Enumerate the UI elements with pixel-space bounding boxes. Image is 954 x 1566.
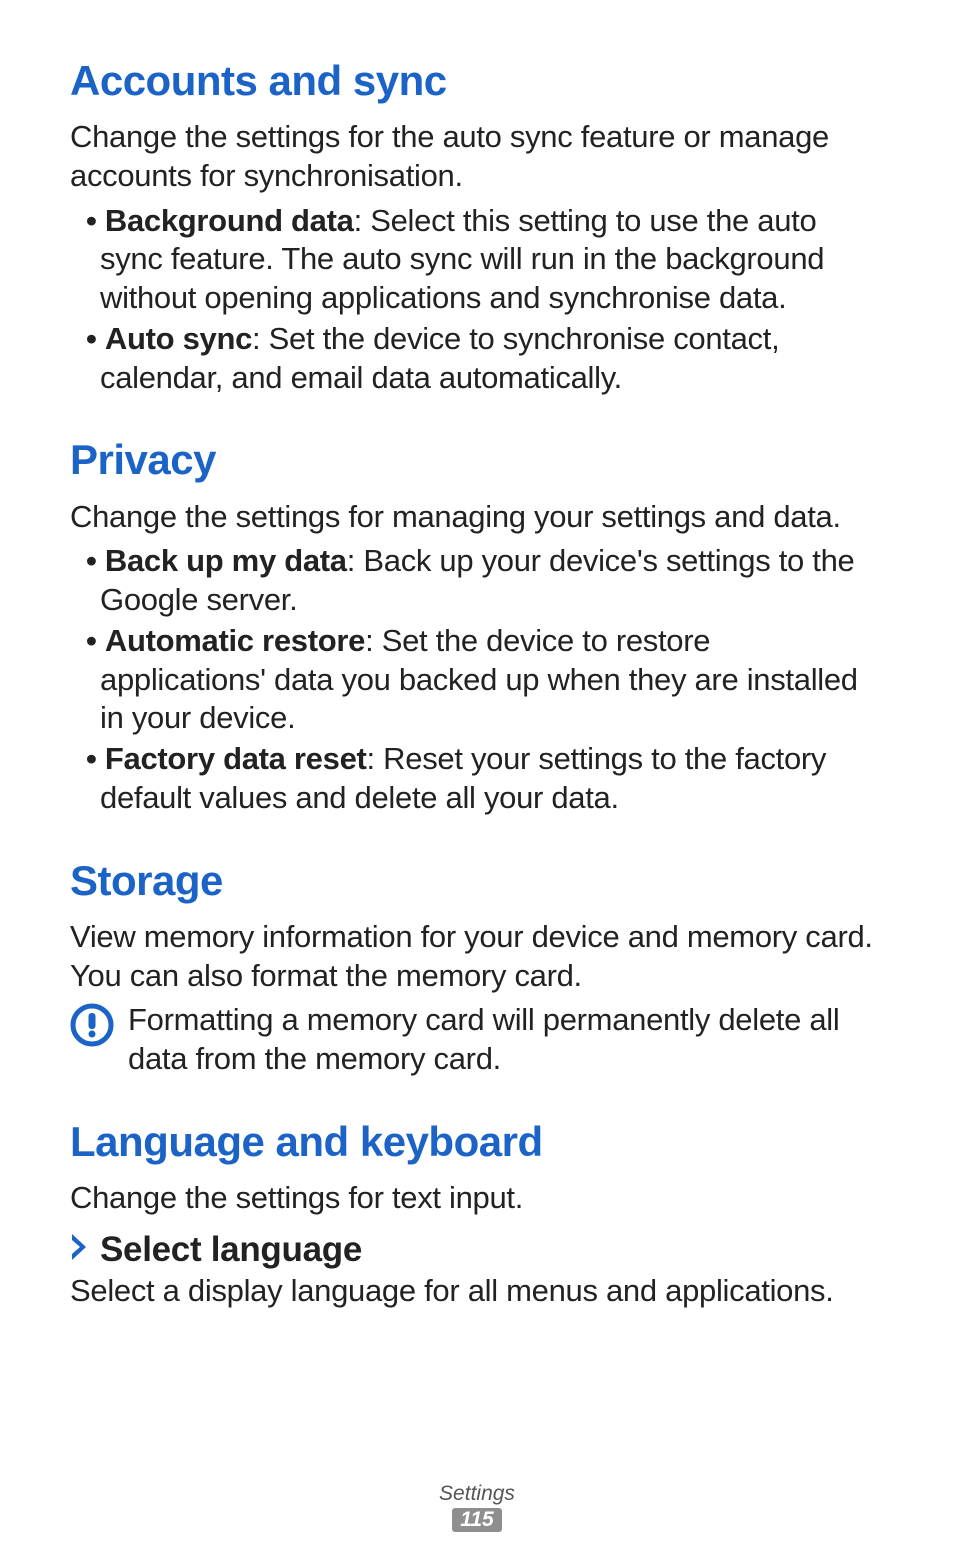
subheading-label: Select language: [100, 1230, 362, 1270]
list-item: • Background data: Select this setting t…: [70, 202, 884, 318]
bullet-icon: •: [86, 321, 105, 356]
subheading-select-language: Select language: [70, 1230, 884, 1270]
item-label: Auto sync: [105, 321, 252, 356]
intro-privacy: Change the settings for managing your se…: [70, 498, 884, 537]
bullet-icon: •: [86, 741, 105, 776]
bullet-list-accounts: • Background data: Select this setting t…: [70, 202, 884, 398]
section-privacy: Privacy Change the settings for managing…: [70, 437, 884, 817]
callout-warning: Formatting a memory card will permanentl…: [70, 1001, 884, 1079]
page-content: Accounts and sync Change the settings fo…: [0, 0, 954, 1311]
list-item: • Back up my data: Back up your device's…: [70, 542, 884, 620]
section-language-and-keyboard: Language and keyboard Change the setting…: [70, 1119, 884, 1311]
bullet-icon: •: [86, 203, 105, 238]
heading-language-and-keyboard: Language and keyboard: [70, 1119, 884, 1165]
item-label: Back up my data: [105, 543, 347, 578]
page-number-badge: 115: [452, 1508, 501, 1532]
bullet-icon: •: [86, 623, 105, 658]
bullet-list-privacy: • Back up my data: Back up your device's…: [70, 542, 884, 817]
section-storage: Storage View memory information for your…: [70, 858, 884, 1079]
intro-language: Change the settings for text input.: [70, 1179, 884, 1218]
list-item: • Auto sync: Set the device to synchroni…: [70, 320, 884, 398]
list-item: • Factory data reset: Reset your setting…: [70, 740, 884, 818]
section-accounts-and-sync: Accounts and sync Change the settings fo…: [70, 58, 884, 397]
warning-icon: [70, 1003, 114, 1052]
heading-accounts-and-sync: Accounts and sync: [70, 58, 884, 104]
subheading-desc: Select a display language for all menus …: [70, 1272, 884, 1311]
item-label: Background data: [105, 203, 354, 238]
heading-privacy: Privacy: [70, 437, 884, 483]
item-label: Automatic restore: [105, 623, 365, 658]
intro-accounts-and-sync: Change the settings for the auto sync fe…: [70, 118, 884, 196]
chevron-right-icon: [70, 1232, 90, 1267]
item-label: Factory data reset: [105, 741, 367, 776]
intro-storage: View memory information for your device …: [70, 918, 884, 996]
bullet-icon: •: [86, 543, 105, 578]
list-item: • Automatic restore: Set the device to r…: [70, 622, 884, 738]
callout-text: Formatting a memory card will permanentl…: [128, 1001, 884, 1079]
footer-section-title: Settings: [0, 1482, 954, 1506]
page-footer: Settings 115: [0, 1482, 954, 1532]
heading-storage: Storage: [70, 858, 884, 904]
